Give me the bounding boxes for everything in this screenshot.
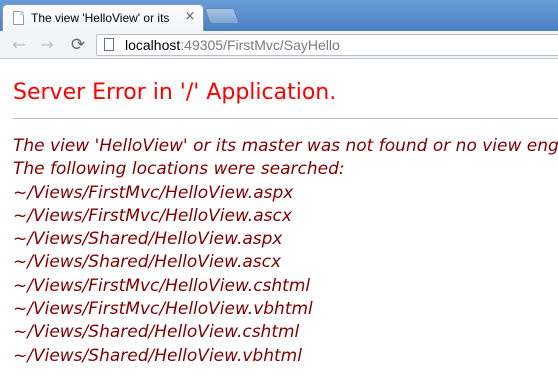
searched-location: ~/Views/Shared/HelloView.ascx [13, 252, 282, 273]
searched-location: ~/Views/Shared/HelloView.aspx [13, 229, 283, 250]
divider [13, 118, 558, 119]
error-message-line: The following locations were searched: [13, 159, 345, 180]
tab-strip: The view 'HelloView' or its master × [0, 0, 558, 31]
url-text[interactable]: localhost:49305/FirstMvc/SayHello [125, 37, 340, 53]
searched-location: ~/Views/Shared/HelloView.vbhtml [13, 345, 302, 366]
back-arrow-icon[interactable]: ← [8, 35, 30, 55]
tab-title: The view 'HelloView' or its master [31, 11, 171, 25]
searched-location: ~/Views/FirstMvc/HelloView.vbhtml [13, 299, 313, 320]
browser-window: The view 'HelloView' or its master × ← →… [0, 0, 558, 376]
url-path: :49305/FirstMvc/SayHello [180, 37, 340, 53]
searched-location: ~/Views/FirstMvc/HelloView.ascx [13, 205, 292, 226]
page-favicon-icon [13, 11, 24, 25]
error-message-line: The view 'HelloView' or its master was n… [13, 136, 558, 156]
address-bar[interactable]: localhost:49305/FirstMvc/SayHello [96, 34, 558, 56]
reload-icon[interactable]: ⟳ [67, 35, 89, 55]
page-content: Server Error in '/' Application. The vie… [0, 59, 558, 376]
error-message: The view 'HelloView' or its master was n… [13, 135, 558, 368]
error-title: Server Error in '/' Application. [13, 80, 337, 105]
new-tab-button[interactable] [204, 8, 240, 24]
forward-arrow-icon[interactable]: → [36, 35, 58, 55]
searched-location: ~/Views/FirstMvc/HelloView.aspx [13, 182, 294, 203]
close-tab-icon[interactable]: × [183, 10, 197, 24]
url-host: localhost [125, 37, 181, 53]
searched-location: ~/Views/FirstMvc/HelloView.cshtml [13, 275, 311, 296]
page-icon [104, 38, 114, 51]
browser-tab[interactable]: The view 'HelloView' or its master × [2, 4, 204, 31]
searched-location: ~/Views/Shared/HelloView.cshtml [13, 322, 300, 343]
browser-toolbar: ← → ⟳ localhost:49305/FirstMvc/SayHello [0, 31, 558, 59]
